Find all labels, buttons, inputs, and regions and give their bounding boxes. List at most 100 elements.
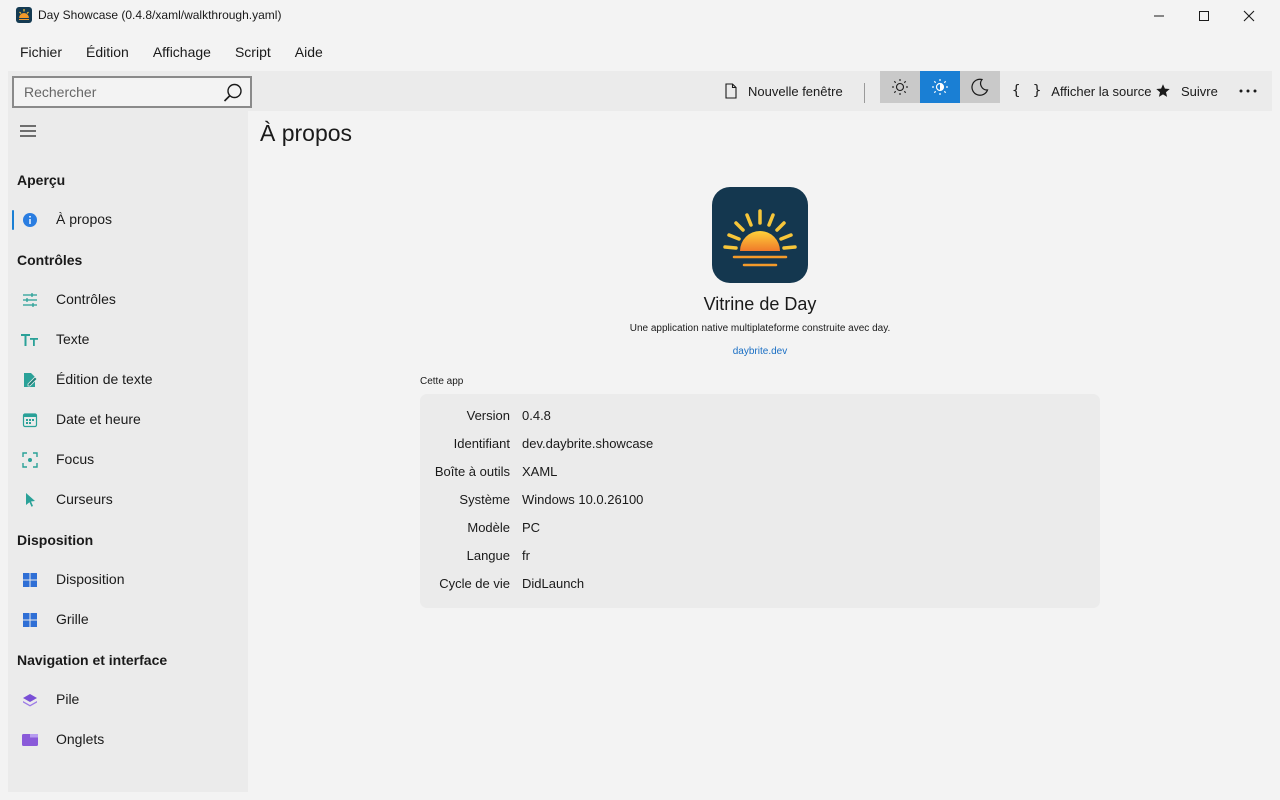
sidebar-item-a-propos[interactable]: À propos xyxy=(8,200,248,240)
stack-icon xyxy=(21,691,39,709)
info-value: Windows 10.0.26100 xyxy=(522,492,644,507)
sidebar-item-label: Date et heure xyxy=(56,411,141,427)
app-website-link[interactable]: daybrite.dev xyxy=(660,346,860,357)
info-row-modele: Modèle PC xyxy=(420,516,1100,544)
moon-icon xyxy=(971,78,989,96)
hamburger-menu-button[interactable] xyxy=(18,121,38,141)
sidebar-item-disposition[interactable]: Disposition xyxy=(8,560,248,600)
menu-help[interactable]: Aide xyxy=(283,36,335,68)
info-value: fr xyxy=(522,548,530,563)
hamburger-icon xyxy=(20,125,36,137)
sidebar-item-focus[interactable]: Focus xyxy=(8,440,248,480)
info-value: PC xyxy=(522,520,541,535)
edit-document-icon xyxy=(21,371,39,389)
info-key: Identifiant xyxy=(453,436,510,451)
section-title-navigation: Navigation et interface xyxy=(17,652,168,668)
sun-icon xyxy=(892,79,908,95)
close-icon xyxy=(1243,10,1255,22)
info-key: Version xyxy=(466,408,510,423)
info-icon xyxy=(21,211,39,229)
sidebar-item-grille[interactable]: Grille xyxy=(8,600,248,640)
tabs-icon xyxy=(21,731,39,749)
search-box xyxy=(12,76,252,108)
document-icon xyxy=(725,83,737,99)
sidebar-item-label: Texte xyxy=(56,331,90,347)
grid-icon xyxy=(21,611,39,629)
calendar-icon xyxy=(21,411,39,429)
sidebar-item-controles[interactable]: Contrôles xyxy=(8,280,248,320)
new-window-button[interactable]: Nouvelle fenêtre xyxy=(724,71,843,111)
more-options-button[interactable] xyxy=(1232,71,1264,111)
view-source-button[interactable]: { } Afficher la source xyxy=(1012,71,1152,111)
toolbar: Nouvelle fenêtre xyxy=(8,71,1272,111)
info-row-systeme: Système Windows 10.0.26100 xyxy=(420,488,1100,516)
app-logo xyxy=(712,187,808,283)
toolbar-separator xyxy=(864,83,865,103)
app-icon xyxy=(16,7,32,23)
page-title: À propos xyxy=(260,120,353,146)
sidebar-item-curseurs[interactable]: Curseurs xyxy=(8,480,248,520)
info-key: Langue xyxy=(466,548,510,563)
section-title-apercu: Aperçu xyxy=(17,172,66,188)
menu-bar: Fichier Édition Affichage Script Aide xyxy=(0,36,335,68)
sidebar-item-label: Pile xyxy=(56,691,80,707)
contrast-sun-icon xyxy=(932,79,948,95)
sidebar-item-label: Curseurs xyxy=(56,491,113,507)
follow-button[interactable]: Suivre xyxy=(1155,71,1218,111)
sidebar-item-pile[interactable]: Pile xyxy=(8,680,248,720)
search-icon[interactable] xyxy=(222,82,244,104)
section-title-controles: Contrôles xyxy=(17,252,83,268)
info-row-identifiant: Identifiant dev.daybrite.showcase xyxy=(420,432,1100,460)
follow-label: Suivre xyxy=(1181,83,1218,99)
theme-auto-button[interactable] xyxy=(920,71,960,103)
info-row-langue: Langue fr xyxy=(420,544,1100,572)
info-key: Boîte à outils xyxy=(434,464,510,479)
new-window-label: Nouvelle fenêtre xyxy=(748,83,843,99)
braces-icon: { } xyxy=(1012,83,1044,99)
more-icon xyxy=(1239,89,1257,93)
sliders-icon xyxy=(21,291,39,309)
menu-view[interactable]: Affichage xyxy=(141,36,223,68)
sidebar-item-label: Grille xyxy=(56,611,89,627)
menu-script[interactable]: Script xyxy=(223,36,283,68)
info-key: Cycle de vie xyxy=(439,576,510,591)
sidebar-item-date-et-heure[interactable]: Date et heure xyxy=(8,400,248,440)
app-info-card: Version 0.4.8 Identifiant dev.daybrite.s… xyxy=(420,394,1100,608)
sidebar-item-label: À propos xyxy=(56,211,113,227)
cursor-icon xyxy=(21,491,39,509)
sidebar-item-onglets[interactable]: Onglets xyxy=(8,720,248,760)
info-value: XAML xyxy=(522,464,558,479)
info-row-version: Version 0.4.8 xyxy=(420,404,1100,432)
sidebar-item-texte[interactable]: Texte xyxy=(8,320,248,360)
maximize-button[interactable] xyxy=(1181,0,1227,32)
section-title-disposition: Disposition xyxy=(17,532,94,548)
info-value: 0.4.8 xyxy=(522,408,551,423)
theme-light-button[interactable] xyxy=(880,71,920,103)
sidebar-item-edition-de-texte[interactable]: Édition de texte xyxy=(8,360,248,400)
info-value: dev.daybrite.showcase xyxy=(522,436,654,451)
layout-icon xyxy=(21,571,39,589)
info-row-toolkit: Boîte à outils XAML xyxy=(420,460,1100,488)
info-row-cycle-de-vie: Cycle de vie DidLaunch xyxy=(420,572,1100,600)
sidebar-item-label: Focus xyxy=(56,451,95,467)
app-name: Vitrine de Day xyxy=(703,294,817,314)
text-size-icon xyxy=(21,331,39,349)
info-value: DidLaunch xyxy=(522,576,585,591)
focus-icon xyxy=(21,451,39,469)
info-key: Système xyxy=(459,492,510,507)
search-input[interactable] xyxy=(24,78,214,106)
app-description: Une application native multiplateforme c… xyxy=(629,323,891,334)
sidebar-item-label: Disposition xyxy=(56,571,125,587)
info-key: Modèle xyxy=(467,520,510,535)
minimize-button[interactable] xyxy=(1136,0,1182,32)
selection-indicator xyxy=(12,210,14,230)
menu-file[interactable]: Fichier xyxy=(8,36,74,68)
theme-dark-button[interactable] xyxy=(960,71,1000,103)
menu-edit[interactable]: Édition xyxy=(74,36,141,68)
sidebar-item-label: Édition de texte xyxy=(56,371,153,387)
window-title: Day Showcase (0.4.8/xaml/walkthrough.yam… xyxy=(38,8,282,22)
minimize-icon xyxy=(1154,15,1164,17)
sidebar-item-label: Onglets xyxy=(56,731,105,747)
title-bar: Day Showcase (0.4.8/xaml/walkthrough.yam… xyxy=(0,0,1280,32)
close-button[interactable] xyxy=(1226,0,1272,32)
